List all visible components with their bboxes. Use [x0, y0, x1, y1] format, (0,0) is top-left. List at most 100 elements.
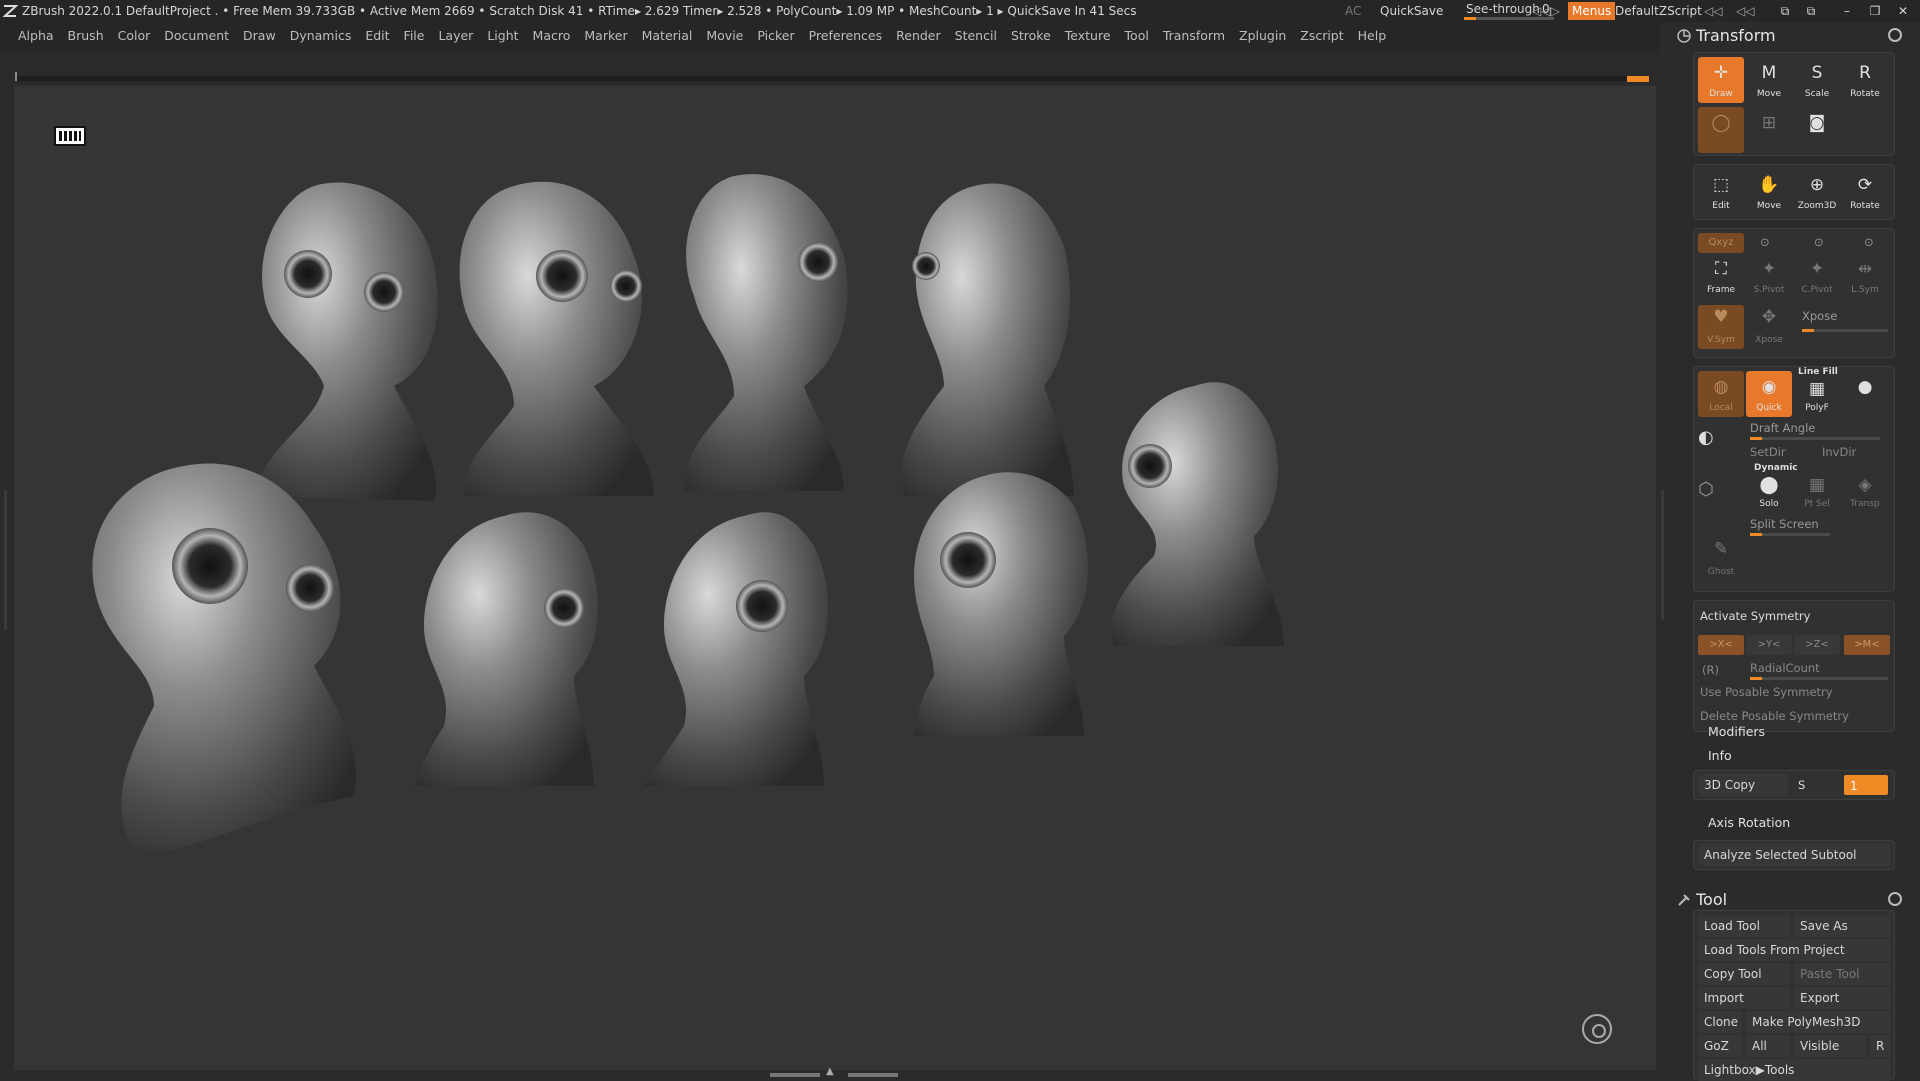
rotate-button[interactable]: R Rotate [1842, 57, 1888, 103]
ghost-button[interactable]: ✎ Ghost [1698, 537, 1744, 581]
right-tray-handle[interactable] [1658, 490, 1668, 630]
make-polymesh3d-button[interactable]: Make PolyMesh3D [1746, 1011, 1890, 1033]
z-axis-icon[interactable]: ⊙ [1814, 235, 1824, 249]
draft-angle-slider[interactable] [1750, 437, 1880, 440]
lsym-button[interactable]: ⇹ L.Sym [1842, 257, 1888, 299]
sym-m-button[interactable]: >M< [1844, 635, 1890, 655]
goz-all-button[interactable]: All [1746, 1035, 1790, 1057]
window-mode-icon[interactable]: ⧉ [1774, 0, 1796, 22]
ui-layout-icon[interactable]: ◁◁▷ [1532, 0, 1560, 22]
activate-symmetry-button[interactable]: Activate Symmetry [1700, 609, 1810, 623]
menu-alpha[interactable]: Alpha [0, 22, 61, 50]
document-canvas[interactable] [14, 86, 1656, 1070]
tool-palette-header[interactable]: Tool [1668, 888, 1920, 912]
radial-toggle[interactable]: (R) [1702, 663, 1719, 677]
menu-texture[interactable]: Texture [1058, 22, 1118, 50]
menu-help[interactable]: Help [1351, 22, 1394, 50]
export-button[interactable]: Export [1794, 987, 1890, 1009]
draw-button[interactable]: ✛ Draw [1698, 57, 1744, 103]
menu-material[interactable]: Material [635, 22, 700, 50]
copy-tool-button[interactable]: Copy Tool [1698, 963, 1790, 985]
gizmo-icon[interactable]: ◯ [1698, 107, 1744, 153]
menu-movie[interactable]: Movie [699, 22, 750, 50]
menu-draw[interactable]: Draw [236, 22, 283, 50]
quicksave-button[interactable]: QuickSave [1380, 0, 1443, 22]
polyf-button[interactable]: ▦ PolyF [1794, 377, 1840, 417]
menu-edit[interactable]: Edit [358, 22, 396, 50]
ui-scale-icon[interactable]: ◁◁ [1704, 0, 1722, 22]
bottom-tray-handle[interactable]: ▲ [770, 1066, 900, 1080]
menu-layer[interactable]: Layer [431, 22, 480, 50]
menu-light[interactable]: Light [480, 22, 525, 50]
vsym-button[interactable]: ♥ V.Sym [1698, 305, 1744, 349]
xyz-button[interactable]: Qxyz [1698, 233, 1744, 253]
menu-stroke[interactable]: Stroke [1004, 22, 1058, 50]
menu-marker[interactable]: Marker [577, 22, 634, 50]
goz-button[interactable]: GoZ [1698, 1035, 1742, 1057]
use-posable-symmetry-button[interactable]: Use Posable Symmetry [1700, 685, 1833, 699]
menu-brush[interactable]: Brush [61, 22, 111, 50]
setdir-button[interactable]: SetDir [1750, 445, 1786, 459]
delete-posable-symmetry-button[interactable]: Delete Posable Symmetry [1700, 709, 1849, 723]
analyze-selected-subtool-button[interactable]: Analyze Selected Subtool [1698, 844, 1890, 866]
zoom3d-button[interactable]: ⊕ Zoom3D [1794, 169, 1840, 215]
save-icon[interactable]: ⧉ [1800, 0, 1822, 22]
info-subpalette[interactable]: Info [1708, 748, 1732, 763]
invdir-button[interactable]: InvDir [1822, 445, 1856, 459]
menu-render[interactable]: Render [889, 22, 948, 50]
axis-rotation-subpalette[interactable]: Axis Rotation [1708, 815, 1790, 830]
menus-toggle[interactable]: Menus [1568, 2, 1616, 20]
material-sphere-icon[interactable]: ● [1842, 371, 1888, 417]
menu-stencil[interactable]: Stencil [948, 22, 1004, 50]
scale-button[interactable]: S Scale [1794, 57, 1840, 103]
cpivot-button[interactable]: ✦ C.Pivot [1794, 257, 1840, 299]
3d-copy-button[interactable]: 3D Copy [1698, 774, 1788, 796]
gyro-icon[interactable] [1582, 1014, 1612, 1044]
menu-transform[interactable]: Transform [1156, 22, 1232, 50]
ui-color-icon[interactable]: ◁◁ [1736, 0, 1754, 22]
goz-r-button[interactable]: R [1870, 1035, 1890, 1057]
edit-mode-icon[interactable]: ⊞ [1746, 107, 1792, 153]
move-button[interactable]: M Move [1746, 57, 1792, 103]
clone-button[interactable]: Clone [1698, 1011, 1742, 1033]
menu-file[interactable]: File [397, 22, 432, 50]
r-axis-icon[interactable]: ⊙ [1864, 235, 1874, 249]
sym-y-button[interactable]: >Y< [1746, 635, 1792, 655]
quick-button[interactable]: ◉ Quick [1746, 371, 1792, 417]
split-screen-slider[interactable] [1750, 533, 1830, 536]
save-as-button[interactable]: Save As [1794, 915, 1890, 937]
edit-button[interactable]: ⬚ Edit [1698, 169, 1744, 215]
y-axis-icon[interactable]: ⊙ [1760, 235, 1770, 249]
spivot-button[interactable]: ✦ S.Pivot [1746, 257, 1792, 299]
copy-value-field[interactable]: 1 [1844, 775, 1888, 795]
menu-zplugin[interactable]: Zplugin [1232, 22, 1293, 50]
xpose-button[interactable]: ✥ Xpose [1746, 305, 1792, 349]
maximize-icon[interactable]: ❐ [1864, 0, 1886, 22]
minimize-icon[interactable]: – [1836, 0, 1858, 22]
menu-document[interactable]: Document [157, 22, 236, 50]
menu-macro[interactable]: Macro [526, 22, 578, 50]
solo-button[interactable]: ⬤ Solo [1746, 473, 1792, 513]
ptsel-button[interactable]: ▦ Pt Sel [1794, 473, 1840, 513]
left-tray-handle[interactable] [0, 490, 10, 630]
menu-color[interactable]: Color [111, 22, 158, 50]
lightbox-tools-button[interactable]: Lightbox▶Tools [1698, 1059, 1890, 1081]
menu-tool[interactable]: Tool [1118, 22, 1156, 50]
menu-dynamics[interactable]: Dynamics [283, 22, 359, 50]
load-tools-from-project-button[interactable]: Load Tools From Project [1698, 939, 1890, 961]
shelf-orange-handle[interactable] [1627, 76, 1649, 82]
reset-icon[interactable] [1888, 28, 1902, 42]
sym-x-button[interactable]: >X< [1698, 635, 1744, 655]
close-icon[interactable]: ✕ [1892, 0, 1914, 22]
menu-picker[interactable]: Picker [750, 22, 801, 50]
ac-toggle[interactable]: AC [1345, 0, 1361, 22]
goz-visible-button[interactable]: Visible [1794, 1035, 1866, 1057]
contrast-icon[interactable]: ◐ [1698, 427, 1714, 448]
move-canvas-button[interactable]: ✋ Move [1746, 169, 1792, 215]
import-button[interactable]: Import [1698, 987, 1790, 1009]
camera-icon[interactable]: ◙ [1794, 107, 1840, 153]
paste-tool-button[interactable]: Paste Tool [1794, 963, 1890, 985]
menu-zscript[interactable]: Zscript [1293, 22, 1350, 50]
transp-button[interactable]: ◈ Transp [1842, 473, 1888, 513]
transform-palette-header[interactable]: Transform [1668, 24, 1920, 48]
